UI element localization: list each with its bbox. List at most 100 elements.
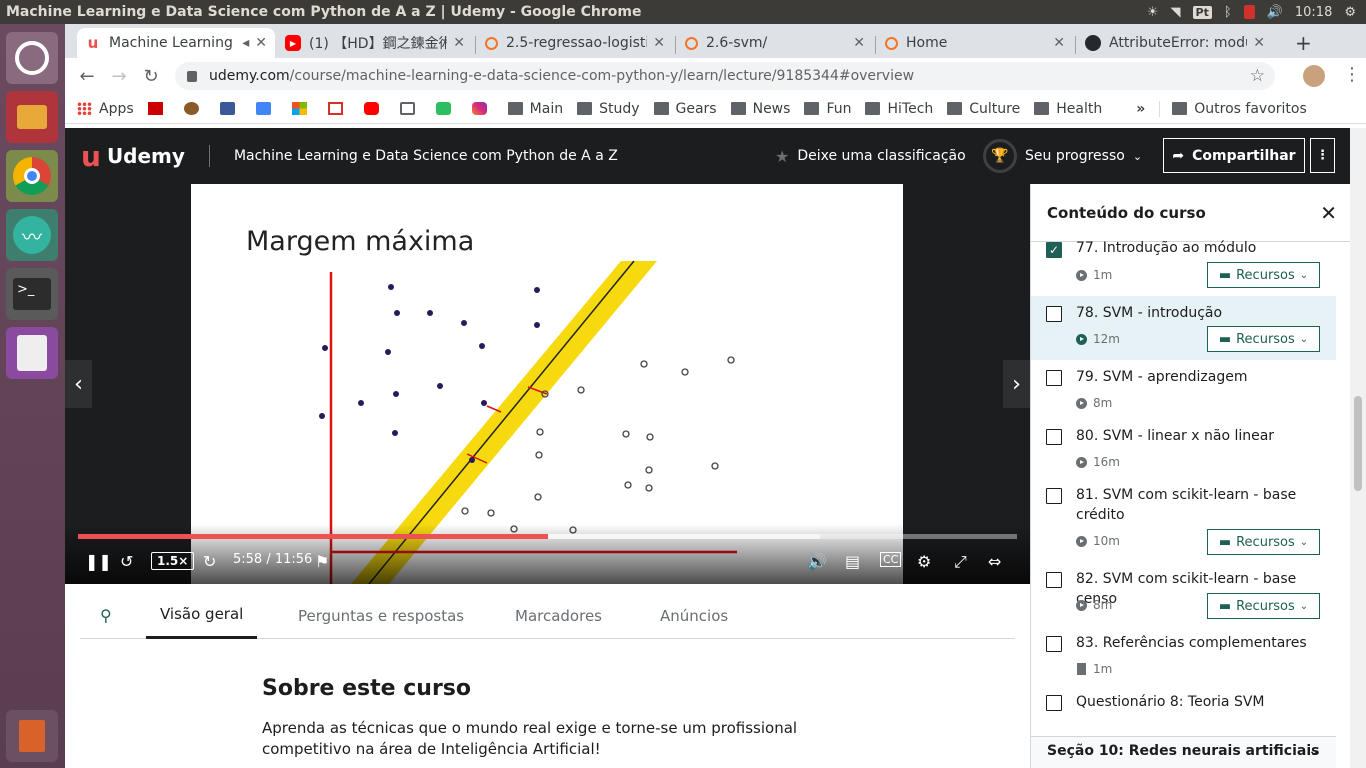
checkbox[interactable] [1046, 572, 1062, 588]
address-bar[interactable]: udemy.com/course/machine-learning-e-data… [175, 62, 1275, 90]
bookmark-icon-2[interactable] [183, 102, 206, 115]
volume-icon[interactable]: 🔊 [807, 552, 827, 571]
tab-jupyter-home[interactable]: Home ✕ [877, 28, 1073, 58]
translate-icon[interactable] [255, 102, 278, 115]
captions-icon[interactable]: CC [880, 552, 902, 567]
tab-perguntas[interactable]: Perguntas e respostas [298, 592, 464, 639]
bookmark-folder-others[interactable]: Outros favoritos [1159, 100, 1307, 117]
bookmark-folder-culture[interactable]: Culture [947, 101, 1020, 117]
reload-icon[interactable]: ↻ [135, 66, 167, 87]
avatar[interactable] [1303, 65, 1325, 87]
bookmark-folder-main[interactable]: Main [507, 101, 563, 117]
lecture-item[interactable]: 78. SVM - introdução 12m ▬ Recursos ⌄ [1031, 296, 1336, 360]
bookmark-folder-study[interactable]: Study [577, 101, 640, 117]
resources-button[interactable]: ▬ Recursos ⌄ [1207, 326, 1320, 352]
checkbox[interactable] [1046, 429, 1062, 445]
quiz-item[interactable]: Questionário 8: Teoria SVM [1031, 685, 1336, 735]
trash-icon[interactable] [6, 710, 58, 762]
previous-lecture-button[interactable]: ‹ [65, 360, 92, 408]
star-icon[interactable]: ☆ [1250, 66, 1265, 86]
close-icon[interactable]: ✕ [1320, 201, 1337, 225]
bluetooth-icon[interactable]: ᛒ [1224, 5, 1232, 20]
checkbox[interactable] [1046, 695, 1062, 711]
tab-anuncios[interactable]: Anúncios [660, 592, 728, 639]
playback-rate-button[interactable]: 1.5× [151, 552, 195, 570]
search-icon[interactable]: ⚲ [100, 592, 112, 639]
keyboard-layout-indicator[interactable]: Pt [1192, 5, 1212, 19]
tab-github[interactable]: AttributeError: module ✕ [1077, 28, 1273, 58]
text-editor-icon[interactable] [6, 327, 58, 379]
section-header[interactable]: Seção 10: Redes neurais artificiais ⌄ [1031, 736, 1336, 768]
clock[interactable]: 10:18 [1295, 5, 1332, 20]
lecture-item[interactable]: ✓ 77. Introdução ao módulo 1m ▬ Recursos ⌄ [1031, 240, 1336, 296]
rewind-icon[interactable]: ↺ [120, 552, 133, 571]
progress-bar[interactable] [78, 534, 1017, 539]
video-player[interactable]: Margem máxima ‹ › ❚❚ ↺ 1.5× ↻ 5:58 / 11:… [65, 184, 1030, 584]
course-title[interactable]: Machine Learning e Data Science com Pyth… [234, 148, 618, 164]
youtube-icon[interactable] [363, 102, 386, 115]
bookmark-add-icon[interactable]: ⚑ [315, 552, 329, 571]
close-icon[interactable]: ✕ [453, 35, 465, 51]
gmail-icon[interactable] [327, 102, 350, 115]
transcript-icon[interactable]: ▤ [845, 552, 860, 571]
forward-icon[interactable]: → [103, 66, 135, 87]
facebook-icon[interactable] [219, 102, 242, 115]
lecture-item[interactable]: 80. SVM - linear x não linear 16m [1031, 419, 1336, 478]
microsoft-icon[interactable] [291, 102, 314, 115]
bookmark-folder-news[interactable]: News [730, 101, 790, 117]
back-icon[interactable]: ← [71, 66, 103, 87]
scrollbar-thumb[interactable] [1354, 396, 1362, 491]
checkbox[interactable] [1046, 306, 1062, 322]
volume-icon[interactable]: 🔊 [1267, 5, 1283, 20]
bookmarks-overflow-button[interactable]: » [1136, 101, 1145, 117]
share-button[interactable]: ➦ Compartilhar [1163, 138, 1305, 173]
battery-icon[interactable] [1243, 5, 1255, 19]
bookmark-apps[interactable]: Apps [77, 101, 134, 117]
forward-icon[interactable]: ↻ [203, 552, 216, 571]
settings-icon[interactable]: ⚙ [917, 552, 931, 571]
lecture-item[interactable]: 79. SVM - aprendizagem 8m [1031, 360, 1336, 419]
ubuntu-icon[interactable] [6, 32, 58, 84]
next-lecture-button[interactable]: › [1003, 360, 1030, 408]
files-icon[interactable] [6, 91, 58, 143]
lecture-item[interactable]: 83. Referências complementares 1m [1031, 626, 1336, 685]
lecture-item[interactable]: 82. SVM com scikit-learn - base censo 8m… [1031, 562, 1336, 626]
bookmark-folder-hitech[interactable]: HiTech [865, 101, 933, 117]
close-icon[interactable]: ✕ [653, 35, 665, 51]
progress-dropdown[interactable]: 🏆 Seu progresso ⌄ [983, 139, 1142, 173]
evernote-icon[interactable] [435, 102, 458, 115]
tab-marcadores[interactable]: Marcadores [515, 592, 602, 639]
udemy-logo[interactable]: u Udemy [81, 140, 185, 173]
tab-youtube[interactable]: ▶ (1) 【HD】鋼之鍊金術師 ✕ [277, 28, 473, 58]
close-icon[interactable]: ✕ [255, 35, 267, 51]
power-icon[interactable]: ⚙ [1344, 5, 1356, 20]
bookmark-folder-gears[interactable]: Gears [653, 101, 717, 117]
bookmark-folder-fun[interactable]: Fun [804, 101, 851, 117]
tab-visao-geral[interactable]: Visão geral [146, 592, 258, 639]
resources-button[interactable]: ▬ Recursos ⌄ [1207, 262, 1320, 288]
checkbox[interactable] [1046, 488, 1062, 504]
tab-jupyter-svm[interactable]: 2.6-svm/ ✕ [677, 28, 873, 58]
system-monitor-icon[interactable]: 〰 [6, 209, 58, 261]
resources-button[interactable]: ▬ Recursos ⌄ [1207, 593, 1320, 619]
wifi-icon[interactable]: ◥ [1171, 5, 1181, 20]
more-options-button[interactable]: ⋮ [1310, 138, 1335, 173]
checkbox[interactable] [1046, 370, 1062, 386]
lecture-item[interactable]: 81. SVM com scikit-learn - base crédito … [1031, 478, 1336, 562]
close-icon[interactable]: ✕ [1053, 35, 1065, 51]
brightness-icon[interactable]: ☀ [1147, 5, 1159, 20]
expand-icon[interactable]: ⇔ [988, 552, 1001, 571]
close-icon[interactable]: ✕ [1253, 35, 1265, 51]
checkbox[interactable] [1046, 636, 1062, 652]
close-icon[interactable]: ✕ [853, 35, 865, 51]
fullscreen-icon[interactable]: ⤢ [954, 552, 967, 572]
reader-icon[interactable] [399, 102, 422, 115]
resources-button[interactable]: ▬ Recursos ⌄ [1207, 529, 1320, 555]
new-tab-button[interactable]: + [1287, 28, 1320, 58]
rate-course-button[interactable]: ★ Deixe uma classificação [775, 147, 966, 166]
terminal-icon[interactable]: >_ [6, 268, 58, 320]
tab-jupyter-regressao[interactable]: 2.5-regressao-logistica ✕ [477, 28, 673, 58]
tab-udemy[interactable]: u Machine Learning e Data Science ◂ ✕ [77, 28, 275, 58]
bookmark-folder-health[interactable]: Health [1034, 101, 1102, 117]
instagram-icon[interactable] [471, 102, 494, 115]
